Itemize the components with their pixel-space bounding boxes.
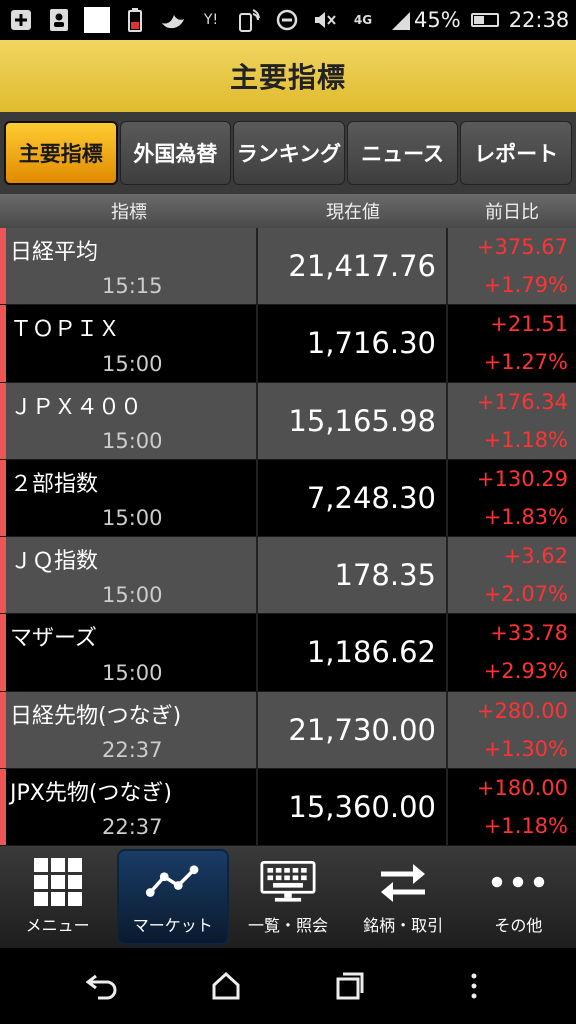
- tab-ranking[interactable]: ランキング: [233, 121, 345, 185]
- index-change: +21.51: [490, 312, 568, 337]
- index-change: +180.00: [476, 775, 568, 800]
- table-row[interactable]: ＴＯＰＩＸ 15:00 1,716.30 +21.51 +1.27%: [0, 305, 576, 383]
- table-row[interactable]: ＪＱ指数 15:00 178.35 +3.62 +2.07%: [0, 537, 576, 615]
- mute-icon: [312, 8, 338, 32]
- swap-arrows-icon: [375, 858, 431, 906]
- y-mobile-icon: Y!: [203, 12, 219, 28]
- nav-other[interactable]: その他: [462, 849, 574, 945]
- index-change: +130.29: [476, 466, 568, 491]
- battery-alert-icon: [122, 8, 148, 32]
- index-value: 1,716.30: [258, 305, 448, 382]
- nav-label: 一覧・照会: [247, 916, 328, 935]
- index-name: マザーズ: [10, 626, 97, 652]
- index-value: 15,360.00: [258, 768, 448, 845]
- table-row[interactable]: JPX先物(つなぎ) 22:37 15,360.00 +180.00 +1.18%: [0, 768, 576, 846]
- col-indicator: 指標: [111, 202, 147, 223]
- nav-label: 銘柄・取引: [363, 916, 444, 935]
- table-row[interactable]: ＪＰＸ４００ 15:00 15,165.98 +176.34 +1.18%: [0, 382, 576, 460]
- system-nav-bar: [0, 948, 576, 1024]
- phone-signal-icon: [236, 8, 262, 32]
- bottom-nav: メニュー マーケット 一覧・照会 銘柄・取引 その他: [0, 846, 576, 948]
- index-change: +176.34: [476, 389, 568, 414]
- 4g-icon: 4G: [353, 13, 373, 27]
- tab-major-indices[interactable]: 主要指標: [4, 121, 118, 185]
- overflow-menu-icon[interactable]: [454, 966, 494, 1006]
- index-name: ＪＰＸ４００: [10, 394, 143, 420]
- index-time: 15:00: [102, 660, 163, 685]
- white-square-icon: [84, 7, 110, 33]
- nav-market[interactable]: マーケット: [116, 849, 229, 945]
- index-value: 7,248.30: [258, 459, 448, 536]
- signal-bars-icon: [388, 8, 414, 32]
- col-change: 前日比: [485, 202, 539, 223]
- bird-icon: [160, 8, 186, 32]
- circle-minus-icon: [274, 8, 300, 32]
- index-time: 15:00: [102, 583, 163, 608]
- recents-icon[interactable]: [330, 966, 370, 1006]
- index-name: ２部指数: [10, 471, 99, 497]
- index-name: ＪＱ指数: [10, 549, 99, 574]
- index-change-pct: +1.18%: [483, 813, 568, 838]
- back-icon[interactable]: [82, 966, 122, 1006]
- app-header: 主要指標: [0, 40, 576, 112]
- index-time: 15:00: [102, 506, 163, 530]
- nav-stock-trade[interactable]: 銘柄・取引: [347, 849, 459, 945]
- more-dots-icon: [490, 858, 546, 906]
- nav-label: メニュー: [25, 916, 90, 935]
- index-time: 22:37: [102, 737, 163, 762]
- index-change-pct: +1.30%: [483, 736, 568, 761]
- grid-menu-icon: [30, 858, 86, 906]
- line-chart-icon: [145, 858, 201, 906]
- index-value: 15,165.98: [258, 382, 448, 459]
- index-change: +280.00: [476, 698, 568, 723]
- index-name: JPX先物(つなぎ): [10, 780, 172, 806]
- index-name: ＴＯＰＩＸ: [10, 317, 121, 343]
- index-name: 日経先物(つなぎ): [10, 703, 182, 729]
- index-time: 15:15: [102, 274, 163, 299]
- table-row[interactable]: マザーズ 15:00 1,186.62 +33.78 +2.93%: [0, 614, 576, 692]
- index-change: +3.62: [503, 544, 568, 569]
- col-current: 現在値: [326, 202, 380, 223]
- tab-report[interactable]: レポート: [460, 121, 572, 185]
- index-change: +33.78: [490, 621, 568, 646]
- index-change-pct: +2.93%: [483, 659, 568, 684]
- index-change-pct: +1.27%: [483, 350, 568, 375]
- status-bar: Y! 4G 45% 22:38: [0, 0, 576, 40]
- index-change-pct: +2.07%: [483, 582, 568, 607]
- index-time: 15:00: [102, 351, 163, 376]
- contact-card-icon: [46, 8, 72, 32]
- clock: 22:38: [508, 8, 570, 32]
- index-value: 21,730.00: [258, 691, 448, 768]
- table-row[interactable]: 日経平均 15:15 21,417.76 +375.67 +1.79%: [0, 228, 576, 306]
- index-time: 22:37: [102, 815, 163, 839]
- tab-news[interactable]: ニュース: [346, 121, 459, 185]
- keyboard-monitor-icon: [260, 858, 316, 906]
- battery-icon: [470, 13, 499, 27]
- index-change-pct: +1.79%: [483, 273, 568, 298]
- battery-percent: 45%: [414, 8, 461, 32]
- nav-label: マーケット: [132, 916, 213, 935]
- nav-list-inquiry[interactable]: 一覧・照会: [232, 849, 344, 945]
- index-value: 21,417.76: [258, 228, 448, 305]
- index-time: 15:00: [102, 428, 163, 453]
- home-icon[interactable]: [206, 966, 246, 1006]
- table-header: 指標 現在値 前日比: [0, 194, 576, 228]
- index-name: 日経平均: [10, 240, 99, 265]
- index-change-pct: +1.83%: [483, 504, 568, 529]
- nav-label: その他: [494, 916, 543, 935]
- add-box-icon: [8, 8, 34, 32]
- nav-menu[interactable]: メニュー: [2, 849, 114, 945]
- index-change-pct: +1.18%: [483, 427, 568, 452]
- tab-bar: 主要指標 外国為替 ランキング ニュース レポート: [0, 112, 576, 194]
- indices-table: 日経平均 15:15 21,417.76 +375.67 +1.79% ＴＯＰＩＸ 1…: [0, 228, 576, 846]
- table-row[interactable]: ２部指数 15:00 7,248.30 +130.29 +1.83%: [0, 459, 576, 537]
- index-change: +375.67: [476, 235, 568, 260]
- index-value: 178.35: [258, 537, 448, 614]
- page-title: 主要指標: [229, 61, 346, 94]
- table-row[interactable]: 日経先物(つなぎ) 22:37 21,730.00 +280.00 +1.30%: [0, 691, 576, 769]
- index-value: 1,186.62: [258, 614, 448, 691]
- tab-forex[interactable]: 外国為替: [119, 121, 232, 185]
